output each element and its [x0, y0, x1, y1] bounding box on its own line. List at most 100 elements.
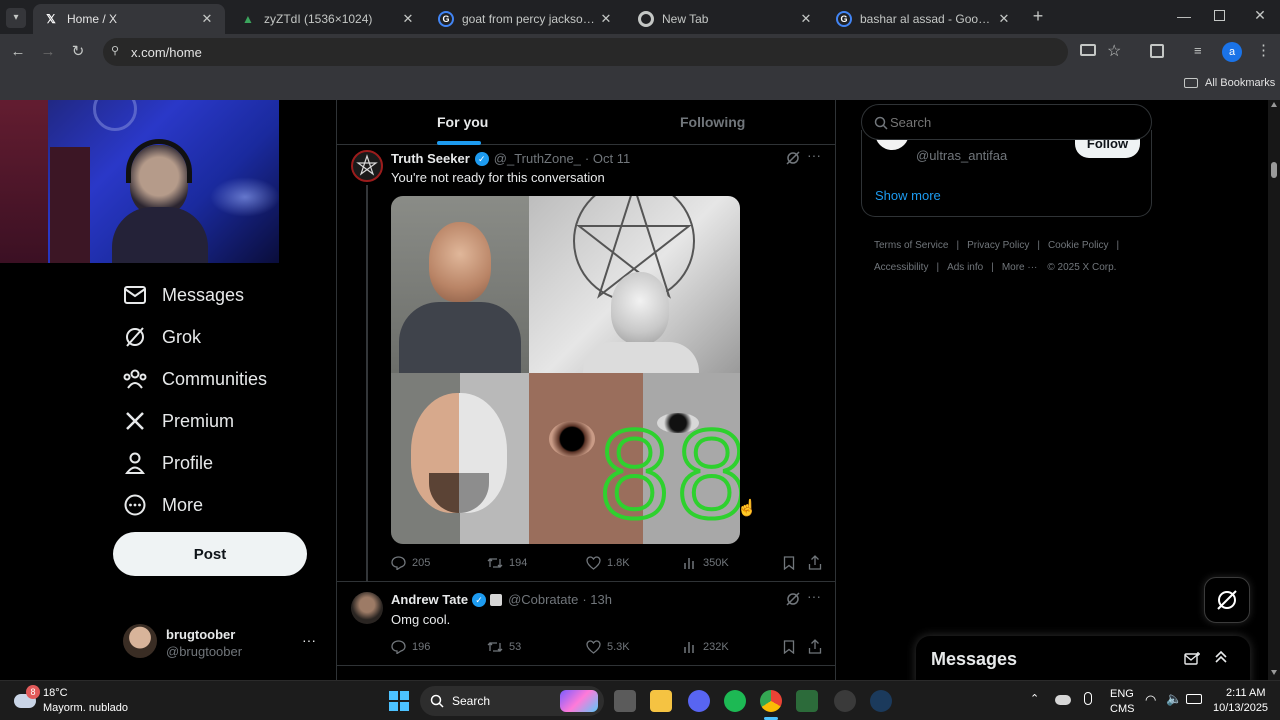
onedrive-icon[interactable]: [1055, 695, 1071, 705]
tab-image[interactable]: ▲ zyZTdI (1536×1024) ✕: [230, 4, 426, 34]
clock-time[interactable]: 2:11 AM: [1226, 687, 1266, 699]
tweet-author-handle[interactable]: @Cobratate: [508, 592, 578, 607]
browser-menu-icon[interactable]: ⋮: [1256, 41, 1271, 59]
sidebar-item-premium[interactable]: Premium: [122, 406, 234, 436]
scrollbar-thumb[interactable]: [1271, 162, 1277, 178]
forward-icon[interactable]: →: [38, 42, 58, 62]
bookmark-icon[interactable]: [783, 556, 795, 575]
grok-floating-button[interactable]: [1204, 577, 1250, 623]
tab-home-x[interactable]: 𝕏 Home / X ✕: [33, 4, 225, 34]
all-bookmarks[interactable]: All Bookmarks: [1184, 77, 1275, 89]
tab-following[interactable]: Following: [680, 114, 745, 130]
like-button[interactable]: 5.3K: [586, 640, 630, 654]
tweet[interactable]: Truth Seeker ✓ @_TruthZone_ · Oct 11 ···…: [337, 145, 835, 582]
profile-avatar[interactable]: a: [1222, 42, 1242, 62]
weather-widget[interactable]: 8 18°C Mayorm. nublado: [12, 685, 152, 717]
reload-icon[interactable]: ↻: [68, 42, 88, 62]
close-tab-icon[interactable]: ✕: [598, 11, 614, 27]
sidebar-item-profile[interactable]: Profile: [122, 448, 213, 478]
tweet-time[interactable]: · Oct 11: [585, 151, 630, 166]
avatar[interactable]: [351, 150, 383, 182]
tweet-author-handle[interactable]: @_TruthZone_: [494, 151, 581, 166]
messages-drawer[interactable]: Messages: [916, 636, 1250, 680]
extensions-icon[interactable]: [1150, 44, 1164, 58]
show-more-link[interactable]: Show more: [875, 188, 941, 203]
tweet-time[interactable]: · 13h: [582, 592, 612, 607]
share-icon[interactable]: [808, 555, 822, 575]
media-control-icon[interactable]: ≡: [1194, 43, 1202, 58]
close-tab-icon[interactable]: ✕: [996, 11, 1012, 27]
views-button[interactable]: 232K: [683, 640, 729, 654]
minimize-icon[interactable]: —: [1176, 8, 1192, 24]
tweet[interactable]: Andrew Tate ✓ @Cobratate · 13h ··· Omg c…: [337, 582, 835, 666]
repost-button[interactable]: 53: [487, 640, 521, 654]
restore-icon[interactable]: [1214, 10, 1225, 21]
install-app-icon[interactable]: [1080, 44, 1096, 56]
footer-link-privacy[interactable]: Privacy Policy: [967, 240, 1029, 251]
discord-icon[interactable]: [688, 690, 710, 712]
start-button[interactable]: [389, 691, 409, 711]
views-button[interactable]: 350K: [683, 556, 729, 570]
bookmark-icon[interactable]: [783, 640, 795, 659]
language-indicator[interactable]: ENG: [1110, 688, 1134, 700]
sidebar-item-grok[interactable]: Grok: [122, 322, 201, 352]
file-explorer-icon[interactable]: [650, 690, 672, 712]
sidebar-item-communities[interactable]: Communities: [122, 364, 267, 394]
footer-link-ads-info[interactable]: Ads info: [947, 262, 983, 273]
search-box[interactable]: [861, 104, 1152, 140]
close-tab-icon[interactable]: ✕: [400, 11, 416, 27]
chrome-icon[interactable]: [760, 690, 782, 712]
footer-link-more[interactable]: More ···: [1002, 262, 1038, 273]
site-info-icon[interactable]: ⚲: [111, 44, 119, 57]
grok-icon[interactable]: [786, 592, 800, 611]
footer-link-terms[interactable]: Terms of Service: [874, 240, 948, 251]
task-view-icon[interactable]: [614, 690, 636, 712]
footer-link-accessibility[interactable]: Accessibility: [874, 262, 928, 273]
wifi-icon[interactable]: ◠: [1145, 692, 1156, 708]
taskbar-search[interactable]: Search: [420, 686, 604, 716]
tab-for-you[interactable]: For you: [437, 114, 488, 145]
volume-icon[interactable]: 🔈: [1166, 691, 1182, 707]
tab-list-button[interactable]: ▾: [6, 8, 26, 28]
page-scrollbar[interactable]: [1268, 100, 1280, 680]
close-window-icon[interactable]: ✕: [1252, 7, 1268, 23]
scroll-up-arrow[interactable]: [1271, 102, 1277, 107]
avatar[interactable]: [351, 592, 383, 624]
tab-google-bashar[interactable]: G bashar al assad - Google Searc ✕: [826, 4, 1022, 34]
new-tab-button[interactable]: +: [1028, 6, 1048, 26]
grok-icon[interactable]: [786, 151, 800, 170]
bookmark-star-icon[interactable]: ☆: [1107, 41, 1121, 61]
reply-button[interactable]: 205: [391, 556, 430, 570]
address-bar[interactable]: ⚲ x.com/home ☆: [103, 38, 1121, 66]
clock-date[interactable]: 10/13/2025: [1213, 702, 1268, 714]
tab-new-tab[interactable]: New Tab ✕: [628, 4, 824, 34]
input-method-indicator[interactable]: CMS: [1110, 703, 1134, 715]
back-icon[interactable]: ←: [8, 42, 28, 62]
scroll-down-arrow[interactable]: [1271, 670, 1277, 675]
tweet-image[interactable]: 88: [391, 196, 740, 544]
reply-button[interactable]: 196: [391, 640, 430, 654]
repost-button[interactable]: 194: [487, 556, 527, 570]
suggestion-handle[interactable]: @ultras_antifaa: [916, 148, 1007, 163]
footer-link-cookies[interactable]: Cookie Policy: [1048, 240, 1109, 251]
gpu-app-icon[interactable]: [796, 690, 818, 712]
tweet-more-icon[interactable]: ···: [807, 588, 821, 604]
battery-icon[interactable]: [1186, 694, 1202, 704]
post-button[interactable]: Post: [113, 532, 307, 576]
spotify-icon[interactable]: [724, 690, 746, 712]
tray-overflow-icon[interactable]: ⌃: [1030, 692, 1039, 705]
search-input[interactable]: [890, 113, 1140, 131]
new-message-icon[interactable]: [1184, 652, 1200, 671]
sidebar-item-messages[interactable]: Messages: [122, 280, 244, 310]
share-icon[interactable]: [808, 639, 822, 659]
expand-drawer-icon[interactable]: [1214, 650, 1228, 669]
tab-google-goat[interactable]: G goat from percy jackson - Goo ✕: [428, 4, 624, 34]
tweet-author-name[interactable]: Andrew Tate: [391, 592, 468, 607]
account-menu-icon[interactable]: ···: [302, 632, 316, 648]
account-switcher[interactable]: brugtoober @brugtoober ···: [118, 620, 326, 664]
tweet-more-icon[interactable]: ···: [807, 147, 821, 163]
obs-icon[interactable]: [834, 690, 856, 712]
tweet-author-name[interactable]: Truth Seeker: [391, 151, 470, 166]
microphone-icon[interactable]: [1084, 692, 1092, 705]
sidebar-item-more[interactable]: More: [122, 490, 203, 520]
